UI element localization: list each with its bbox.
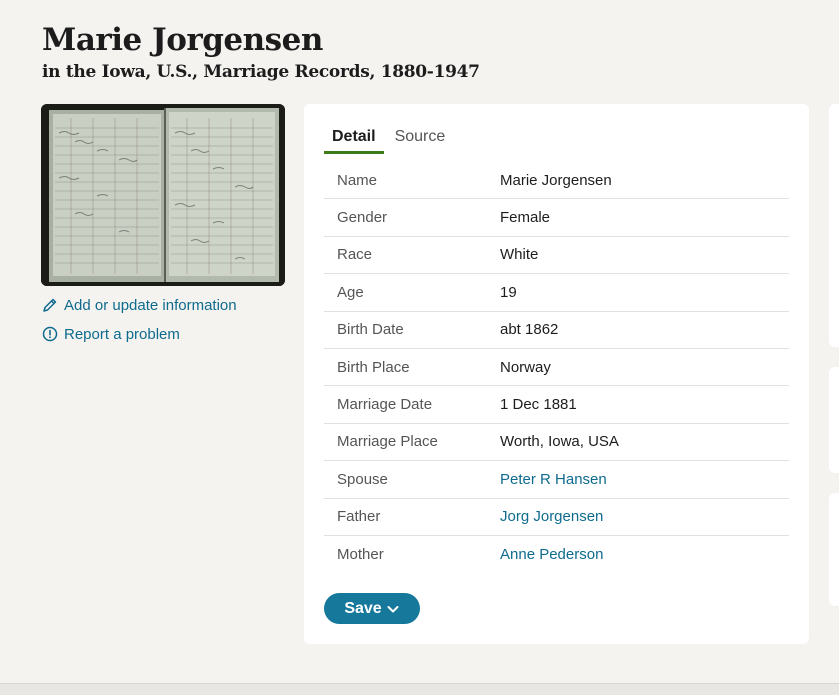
detail-label: Marriage Place [337, 433, 438, 451]
spouse-link[interactable]: Peter R Hansen [500, 471, 607, 488]
record-image-thumbnail[interactable] [41, 104, 285, 286]
record-detail-card: Detail Source Name Marie Jorgensen Gende… [304, 104, 809, 644]
detail-label: Gender [337, 209, 388, 227]
footer-strip [0, 683, 839, 695]
detail-row-marriage-place: Marriage Place Worth, Iowa, USA [324, 424, 789, 462]
right-side-panel [829, 104, 839, 347]
tab-detail[interactable]: Detail [324, 126, 384, 154]
report-problem-link[interactable]: Report a problem [42, 323, 237, 345]
detail-label: Race [337, 246, 373, 264]
detail-row-birth-place: Birth Place Norway [324, 349, 789, 387]
detail-value: Worth, Iowa, USA [500, 433, 619, 451]
detail-table: Name Marie Jorgensen Gender Female Race … [324, 162, 789, 573]
detail-row-race: Race White [324, 237, 789, 275]
record-tabs: Detail Source [324, 126, 456, 154]
tab-source[interactable]: Source [387, 126, 454, 154]
report-problem-label: Report a problem [64, 325, 180, 343]
detail-value: Norway [500, 358, 551, 376]
detail-value: abt 1862 [500, 321, 559, 339]
chevron-down-icon [387, 605, 399, 612]
mother-link[interactable]: Anne Pederson [500, 546, 603, 563]
detail-row-father: Father Jorg Jorgensen [324, 499, 789, 536]
detail-value: White [500, 246, 539, 264]
detail-value: 19 [500, 283, 517, 301]
detail-value: Female [500, 209, 551, 227]
detail-label: Father [337, 508, 381, 526]
detail-row-age: Age 19 [324, 274, 789, 312]
detail-label: Mother [337, 546, 384, 564]
add-update-information-link[interactable]: Add or update information [42, 294, 237, 316]
detail-label: Name [337, 171, 378, 189]
detail-row-name: Name Marie Jorgensen [324, 162, 789, 200]
detail-label: Marriage Date [337, 396, 433, 414]
detail-label: Birth Date [337, 321, 404, 339]
alert-circle-icon [42, 326, 58, 342]
detail-row-mother: Mother Anne Pederson [324, 536, 789, 573]
detail-label: Birth Place [337, 358, 410, 376]
detail-row-gender: Gender Female [324, 199, 789, 237]
detail-row-marriage-date: Marriage Date 1 Dec 1881 [324, 386, 789, 424]
right-side-panel [829, 367, 839, 473]
record-book-image [41, 104, 285, 286]
collection-subtitle: in the Iowa, U.S., Marriage Records, 188… [42, 62, 480, 82]
detail-row-birth-date: Birth Date abt 1862 [324, 312, 789, 349]
page-title: Marie Jorgensen [42, 22, 323, 58]
detail-label: Age [337, 283, 364, 301]
detail-label: Spouse [337, 470, 388, 488]
detail-row-spouse: Spouse Peter R Hansen [324, 461, 789, 499]
detail-value: 1 Dec 1881 [500, 396, 577, 414]
pencil-icon [43, 298, 57, 312]
record-actions: Add or update information Report a probl… [42, 294, 237, 352]
detail-value: Marie Jorgensen [500, 171, 612, 189]
save-button[interactable]: Save [324, 593, 420, 624]
add-update-information-label: Add or update information [64, 296, 237, 314]
father-link[interactable]: Jorg Jorgensen [500, 508, 603, 525]
save-button-label: Save [344, 599, 382, 617]
right-side-panel [829, 493, 839, 606]
